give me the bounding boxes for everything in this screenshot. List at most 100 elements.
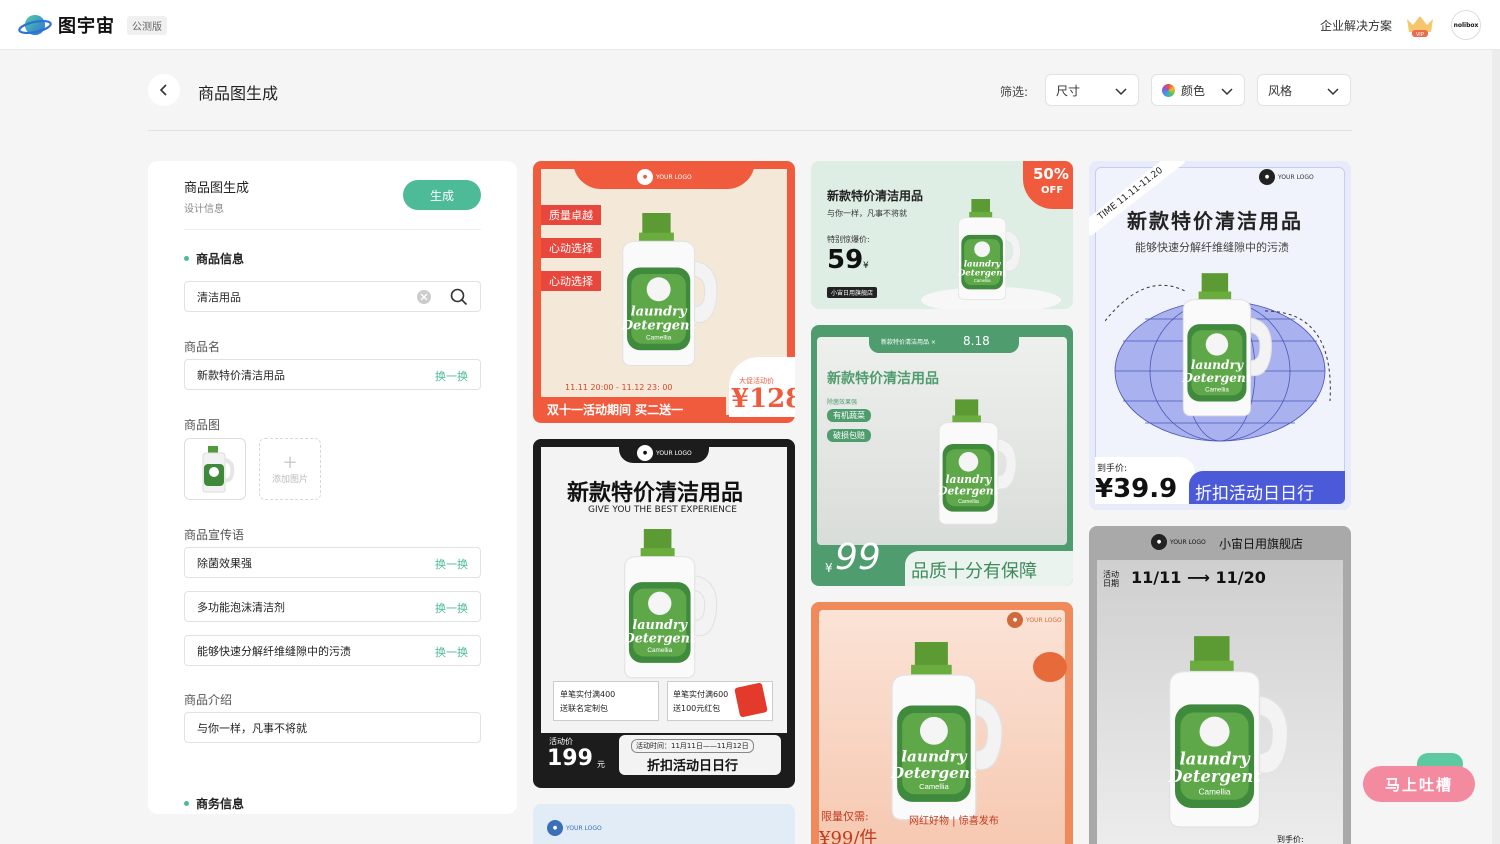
price: ¥128 — [731, 384, 795, 414]
product-poster-card-4[interactable]: ● YOUR LOGO 新款特价清洁用品 GIVE YOU THE BEST E… — [533, 439, 795, 788]
color-wheel-icon — [1162, 83, 1175, 97]
currency: ¥ — [863, 261, 869, 271]
poster-subtitle: 能够快速分解纤维缝隙中的污渍 — [1135, 241, 1289, 254]
clear-icon[interactable] — [416, 289, 432, 305]
product-image-thumbnail[interactable] — [184, 438, 246, 500]
logo-text: YOUR LOGO — [656, 449, 692, 457]
shop-name: 小宙日用旗舰店 — [1219, 537, 1304, 551]
product-bottle-image — [620, 213, 718, 367]
product-bottle-image — [956, 199, 1021, 300]
filter-label: 筛选: — [1000, 85, 1029, 99]
gift-offer-line2: 送联名定制包 — [560, 704, 608, 713]
product-bottle-image — [1180, 273, 1272, 417]
slogan-input-2[interactable]: 多功能泡沫清洁剂 换一换 — [184, 591, 481, 622]
brand-logo: ● YOUR LOGO — [637, 169, 692, 185]
price-unit: 元 — [597, 760, 605, 769]
add-image-button[interactable]: + 添加图片 — [259, 438, 321, 500]
search-icon[interactable] — [450, 288, 468, 306]
size-filter-dropdown[interactable]: 尺寸 — [1045, 74, 1139, 106]
product-poster-card-1[interactable]: ● YOUR LOGO 质量卓越 心动选择 心动选择 11.11 20:00 -… — [533, 161, 795, 423]
logo-text: YOUR LOGO — [1170, 538, 1206, 546]
slogan-input-1[interactable]: 除菌效果强 换一换 — [184, 547, 481, 578]
size-filter-label: 尺寸 — [1056, 83, 1081, 98]
panel-divider — [184, 229, 481, 230]
price-label: 到手价: — [1277, 835, 1304, 844]
slogan-label: 商品宣传语 — [184, 528, 245, 542]
poster-subtitle: 与你一样，凡事不将就 — [827, 209, 907, 218]
brand-logo: ● YOUR LOGO — [637, 445, 692, 461]
product-poster-card-7[interactable]: ● YOUR LOGO — [533, 804, 795, 844]
brand-logo: ● YOUR LOGO — [547, 820, 602, 836]
gift-offer-line1: 单笔实付满600 — [673, 690, 729, 699]
business-info-heading-text: 商务信息 — [196, 797, 245, 811]
user-avatar[interactable]: nolibox — [1451, 10, 1481, 40]
swap-button[interactable]: 换一换 — [435, 644, 468, 660]
vip-crown-icon[interactable]: VIP — [1404, 13, 1436, 39]
product-name-value: 新款特价清洁用品 — [197, 368, 285, 382]
intro-value: 与你一样，凡事不将就 — [197, 721, 307, 735]
page-scrollbar[interactable] — [1492, 50, 1500, 844]
currency: ¥ — [825, 561, 833, 575]
feedback-button[interactable]: 马上吐槽 — [1363, 766, 1475, 802]
back-button[interactable] — [148, 74, 180, 106]
gift-offer-line1: 单笔实付满400 — [560, 690, 616, 699]
enterprise-solutions-link[interactable]: 企业解决方案 — [1320, 17, 1392, 34]
brand-logo: ● YOUR LOGO — [1259, 169, 1314, 185]
product-poster-card-8[interactable]: ● YOUR LOGO 限量仅需: ¥99/件 网红好物 | 惊喜发布 — [811, 602, 1073, 844]
product-info-heading: 商品信息 — [184, 250, 244, 267]
add-image-text: 添加图片 — [271, 474, 308, 485]
price: ¥39.9 — [1095, 474, 1178, 504]
product-poster-card-5[interactable]: 新款特价清洁用品 × 8.18 新款特价清洁用品 除菌效果强 有机蔬菜 破损包赔… — [811, 325, 1073, 586]
price: 99 — [835, 537, 881, 578]
price: 199 — [547, 746, 593, 771]
product-name-input[interactable]: 新款特价清洁用品 换一换 — [184, 359, 481, 390]
app-logo[interactable]: 图宇宙 公测版 — [18, 12, 167, 38]
product-bottle-image — [622, 529, 718, 679]
product-poster-card-6[interactable]: ● YOUR LOGO 小宙日用旗舰店 活动日期 11/11 ⟶ 11/20 到… — [1089, 526, 1351, 844]
logo-icon: ● — [1007, 612, 1023, 628]
category-search-input[interactable]: 清洁用品 — [184, 281, 481, 312]
panel-subtitle: 设计信息 — [184, 204, 224, 215]
price: 59 — [827, 245, 864, 275]
generate-button[interactable]: 生成 — [403, 180, 481, 210]
feature-tag: 质量卓越 — [541, 205, 601, 225]
logo-text: YOUR LOGO — [566, 824, 602, 832]
poster-subtitle: GIVE YOU THE BEST EXPERIENCE — [588, 505, 737, 515]
product-poster-card-3[interactable]: TIME 11.11-11.20 ● YOUR LOGO 新款特价清洁用品 能够… — [1089, 161, 1351, 510]
gift-offer-line2: 送100元红包 — [673, 704, 721, 713]
logo-icon: ● — [1151, 534, 1167, 550]
chevron-down-icon — [1327, 88, 1339, 96]
bullet-dot — [184, 256, 189, 261]
category-value: 清洁用品 — [197, 290, 241, 304]
event-date: 8.18 — [963, 334, 990, 348]
shop-tag: 小宙日用旗舰店 — [827, 287, 878, 298]
logo-text: YOUR LOGO — [1278, 173, 1314, 181]
activity-time: 活动时间：11月11日——11月12日 — [631, 739, 754, 753]
swap-button[interactable]: 换一换 — [435, 600, 468, 616]
svg-text:VIP: VIP — [1416, 32, 1425, 38]
limit-label: 限量仅需: — [821, 810, 869, 823]
poster-title: 新款特价清洁用品 — [567, 481, 744, 506]
feature-tag: 心动选择 — [541, 271, 601, 291]
lantern-icon — [1033, 652, 1067, 682]
style-filter-dropdown[interactable]: 风格 — [1257, 74, 1351, 106]
promo-banner: 品质十分有保障 — [911, 561, 1037, 582]
color-filter-dropdown[interactable]: 颜色 — [1151, 74, 1245, 106]
design-info-panel: 商品图生成 设计信息 生成 商品信息 清洁用品 商品名 新款特价清洁用品 换一换… — [148, 161, 517, 814]
business-info-heading: 商务信息 — [184, 795, 244, 812]
promo-banner: 折扣活动日日行 — [647, 759, 739, 774]
red-envelope-icon — [734, 682, 768, 718]
product-poster-card-2[interactable]: 新款特价清洁用品 与你一样，凡事不将就 特别惊爆价: 59 ¥ 小宙日用旗舰店 … — [811, 161, 1073, 309]
brand-logo: ● YOUR LOGO — [1007, 612, 1062, 628]
swap-button[interactable]: 换一换 — [435, 556, 468, 572]
app-name: 图宇宙 — [58, 16, 115, 37]
slogan-input-3[interactable]: 能够快速分解纤维缝隙中的污渍 换一换 — [184, 635, 481, 666]
color-filter-label: 颜色 — [1181, 83, 1206, 98]
top-tag: 新款特价清洁用品 × — [881, 339, 936, 346]
swap-button[interactable]: 换一换 — [435, 368, 468, 384]
intro-input[interactable]: 与你一样，凡事不将就 — [184, 712, 481, 743]
logo-text: YOUR LOGO — [1026, 616, 1062, 624]
slogan-value: 除菌效果强 — [197, 556, 252, 570]
poster-title: 新款特价清洁用品 — [827, 371, 939, 387]
top-bar: 图宇宙 公测版 企业解决方案 VIP nolibox — [0, 0, 1500, 50]
